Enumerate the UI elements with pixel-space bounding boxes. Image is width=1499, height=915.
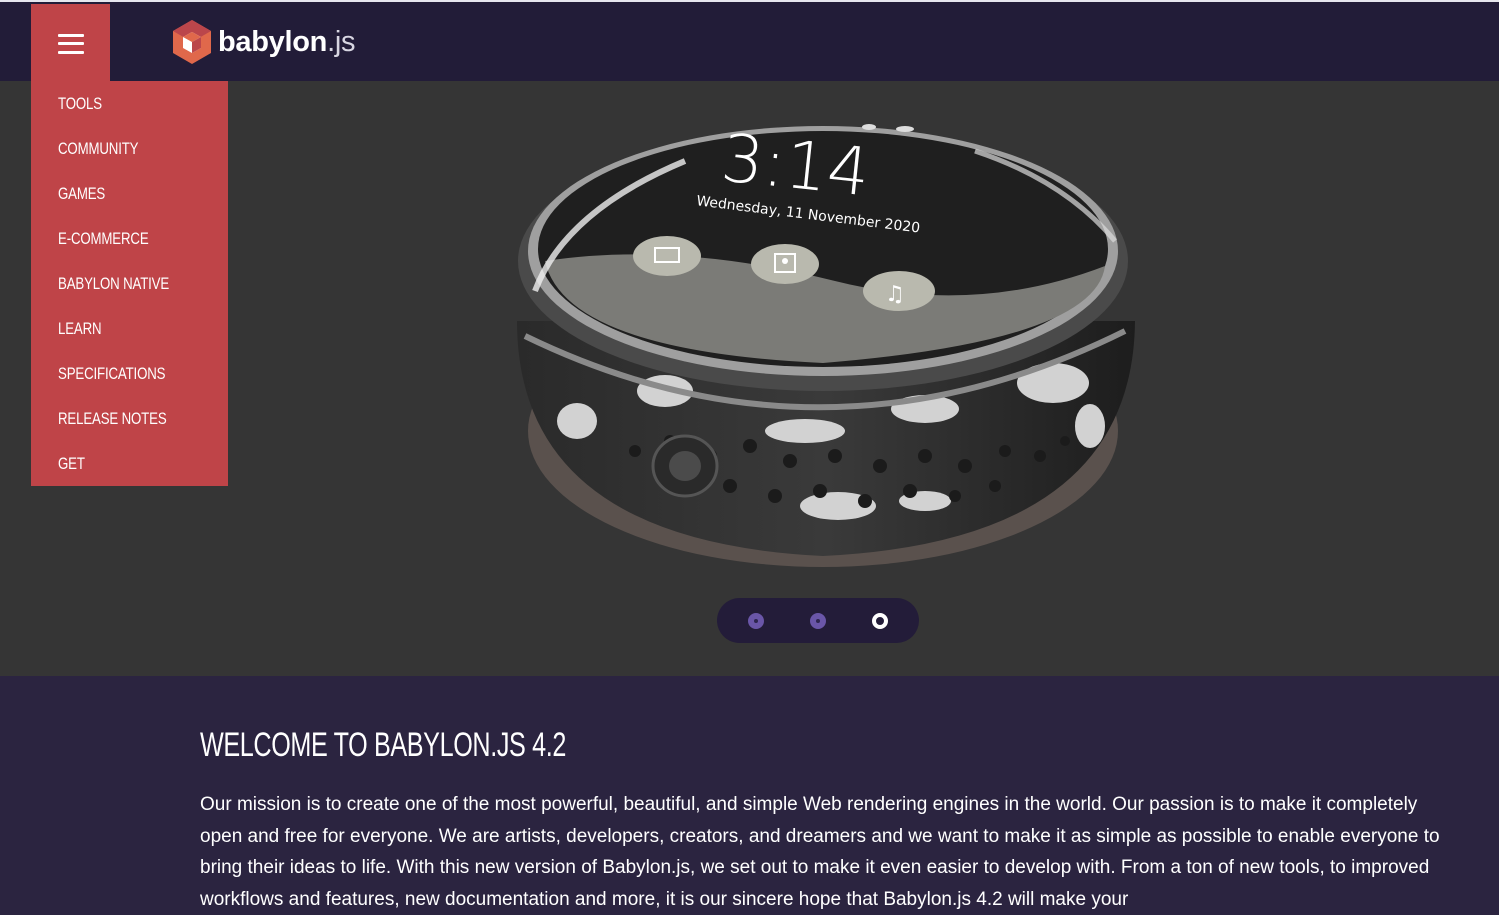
nav-item-babylon-native[interactable]: BABYLON NATIVE — [37, 261, 191, 306]
welcome-body-text: Our mission is to create one of the most… — [200, 794, 1440, 910]
nav-item-community[interactable]: COMMUNITY — [37, 126, 191, 171]
carousel-dot-3-active[interactable] — [872, 613, 888, 629]
nav-item-e-commerce[interactable]: E-COMMERCE — [37, 216, 191, 261]
contacts-icon — [751, 244, 819, 284]
svg-text:♫: ♫ — [885, 282, 905, 307]
welcome-section: WELCOME TO BABYLON.JS 4.2 Our mission is… — [200, 723, 1450, 915]
nav-item-games[interactable]: GAMES — [37, 171, 191, 216]
nav-item-learn[interactable]: LEARN — [37, 306, 191, 351]
nav-item-get[interactable]: GET — [37, 441, 191, 486]
hamburger-menu-button[interactable] — [31, 4, 110, 83]
nav-dropdown-menu: TOOLS COMMUNITY GAMES E-COMMERCE BABYLON… — [31, 81, 228, 486]
calendar-icon — [633, 236, 701, 276]
welcome-title: WELCOME TO BABYLON.JS 4.2 — [200, 726, 566, 764]
carousel-indicators — [717, 598, 919, 643]
babylon-logo-link[interactable]: babylon.js — [171, 19, 355, 65]
top-navigation-bar: babylon.js — [0, 0, 1499, 83]
hamburger-menu-icon — [57, 33, 84, 54]
nav-item-release-notes[interactable]: RELEASE NOTES — [37, 396, 191, 441]
smartwatch-3d-render: 3:14 Wednesday, 11 November 2020 ♫ — [517, 119, 1135, 567]
babylon-hex-logo-icon — [173, 20, 211, 64]
music-note-icon: ♫ — [863, 271, 935, 311]
nav-item-specifications[interactable]: SPECIFICATIONS — [37, 351, 191, 396]
logo-wordmark: babylon.js — [218, 25, 356, 58]
watch-time-text: 3:14 — [718, 119, 873, 211]
carousel-dot-2[interactable] — [810, 613, 826, 629]
carousel-dot-1[interactable] — [748, 613, 764, 629]
nav-item-tools[interactable]: TOOLS — [37, 81, 191, 126]
